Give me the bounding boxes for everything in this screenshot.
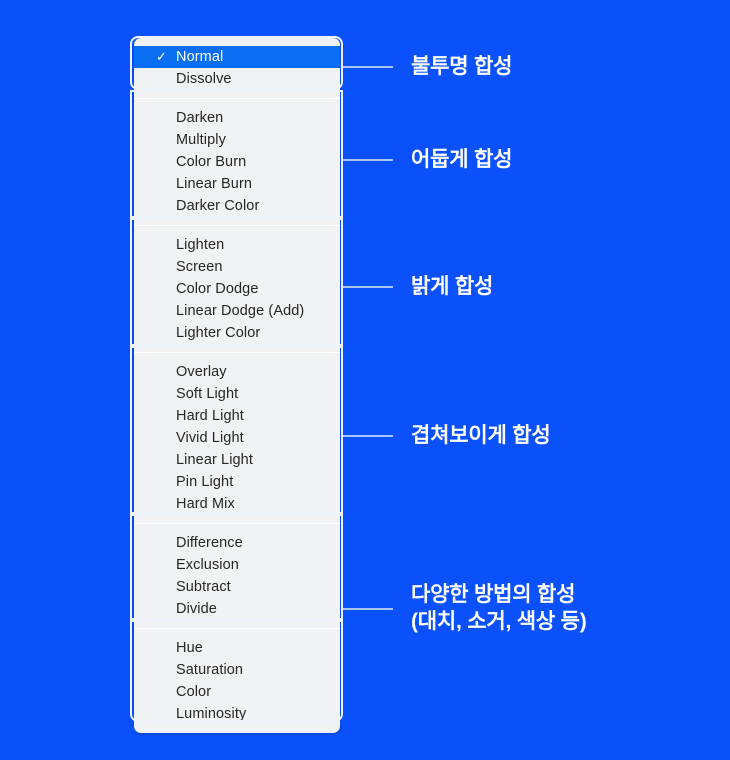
annotation-opaque: 불투명 합성 <box>411 55 513 78</box>
annotation-comparative: 다양한 방법의 합성 (대치, 소거, 색상 등) <box>411 583 587 633</box>
menu-item-label: Exclusion <box>176 557 239 573</box>
comparative-blend-group: Difference Exclusion Subtract Divide <box>134 524 340 628</box>
connector-opaque <box>343 66 393 68</box>
group-bottom-padding <box>134 344 340 352</box>
menu-item-label: Linear Light <box>176 452 253 468</box>
menu-item-label: Color <box>176 684 212 700</box>
menu-item-screen[interactable]: Screen <box>134 256 340 278</box>
menu-item-darken[interactable]: Darken <box>134 107 340 129</box>
menu-item-multiply[interactable]: Multiply <box>134 129 340 151</box>
component-blend-group: Hue Saturation Color Luminosity <box>134 629 340 733</box>
menu-item-label: Pin Light <box>176 474 234 490</box>
menu-item-hard-mix[interactable]: Hard Mix <box>134 493 340 515</box>
group-top-padding <box>134 524 340 532</box>
menu-item-label: Vivid Light <box>176 430 244 446</box>
darken-blend-group: Darken Multiply Color Burn Linear Burn Darke… <box>134 99 340 225</box>
blend-mode-menu[interactable]: ✓ Normal Dissolve Darken Multiply Color Burn L… <box>134 38 340 733</box>
menu-item-label: Hard Mix <box>176 496 235 512</box>
annotation-darken: 어둡게 합성 <box>411 148 513 171</box>
menu-item-label: Linear Dodge (Add) <box>176 303 305 319</box>
menu-item-label: Luminosity <box>176 706 247 722</box>
annotation-lighten: 밝게 합성 <box>411 275 494 298</box>
group-top-padding <box>134 629 340 637</box>
menu-item-lighten[interactable]: Lighten <box>134 234 340 256</box>
menu-item-label: Lighter Color <box>176 325 261 341</box>
menu-item-pin-light[interactable]: Pin Light <box>134 471 340 493</box>
connector-darken <box>343 159 393 161</box>
menu-item-lighter-color[interactable]: Lighter Color <box>134 322 340 344</box>
check-icon: ✓ <box>156 49 167 64</box>
menu-item-color-burn[interactable]: Color Burn <box>134 151 340 173</box>
connector-lighten <box>343 286 393 288</box>
menu-item-saturation[interactable]: Saturation <box>134 659 340 681</box>
menu-item-subtract[interactable]: Subtract <box>134 576 340 598</box>
menu-item-divide[interactable]: Divide <box>134 598 340 620</box>
menu-item-label: Hue <box>176 640 203 656</box>
menu-item-label: Darken <box>176 110 224 126</box>
opaque-blend-group: ✓ Normal Dissolve <box>134 38 340 98</box>
menu-item-label: Lighten <box>176 237 225 253</box>
menu-item-hard-light[interactable]: Hard Light <box>134 405 340 427</box>
menu-item-label: Overlay <box>176 364 227 380</box>
menu-item-exclusion[interactable]: Exclusion <box>134 554 340 576</box>
menu-item-darker-color[interactable]: Darker Color <box>134 195 340 217</box>
contrast-blend-group: Overlay Soft Light Hard Light Vivid Light Li… <box>134 353 340 523</box>
group-bottom-padding <box>134 725 340 733</box>
menu-item-color[interactable]: Color <box>134 681 340 703</box>
menu-item-hue[interactable]: Hue <box>134 637 340 659</box>
menu-item-label: Saturation <box>176 662 244 678</box>
menu-item-label: Multiply <box>176 132 226 148</box>
menu-item-label: Difference <box>176 535 243 551</box>
connector-comparative <box>343 608 393 610</box>
menu-item-dissolve[interactable]: Dissolve <box>134 68 340 90</box>
menu-item-difference[interactable]: Difference <box>134 532 340 554</box>
group-bottom-padding <box>134 515 340 523</box>
group-bottom-padding <box>134 90 340 98</box>
menu-item-label: Linear Burn <box>176 176 253 192</box>
menu-item-linear-light[interactable]: Linear Light <box>134 449 340 471</box>
menu-item-label: Soft Light <box>176 386 239 402</box>
menu-item-soft-light[interactable]: Soft Light <box>134 383 340 405</box>
annotation-contrast: 겹쳐보이게 합성 <box>411 424 551 447</box>
menu-item-luminosity[interactable]: Luminosity <box>134 703 340 725</box>
group-bottom-padding <box>134 620 340 628</box>
menu-item-overlay[interactable]: Overlay <box>134 361 340 383</box>
menu-item-linear-dodge-add[interactable]: Linear Dodge (Add) <box>134 300 340 322</box>
menu-item-color-dodge[interactable]: Color Dodge <box>134 278 340 300</box>
menu-item-label: Color Dodge <box>176 281 259 297</box>
menu-item-label: Divide <box>176 601 217 617</box>
group-top-padding <box>134 38 340 46</box>
connector-contrast <box>343 435 393 437</box>
menu-item-vivid-light[interactable]: Vivid Light <box>134 427 340 449</box>
menu-item-label: Darker Color <box>176 198 260 214</box>
menu-item-label: Subtract <box>176 579 231 595</box>
menu-item-label: Hard Light <box>176 408 244 424</box>
menu-item-label: Color Burn <box>176 154 247 170</box>
menu-item-label: Dissolve <box>176 71 232 87</box>
menu-item-label: Normal <box>176 49 224 65</box>
menu-item-normal[interactable]: ✓ Normal <box>134 46 340 68</box>
group-top-padding <box>134 226 340 234</box>
lighten-blend-group: Lighten Screen Color Dodge Linear Dodge (Ad… <box>134 226 340 352</box>
group-bottom-padding <box>134 217 340 225</box>
group-top-padding <box>134 99 340 107</box>
group-top-padding <box>134 353 340 361</box>
menu-item-linear-burn[interactable]: Linear Burn <box>134 173 340 195</box>
menu-item-label: Screen <box>176 259 223 275</box>
